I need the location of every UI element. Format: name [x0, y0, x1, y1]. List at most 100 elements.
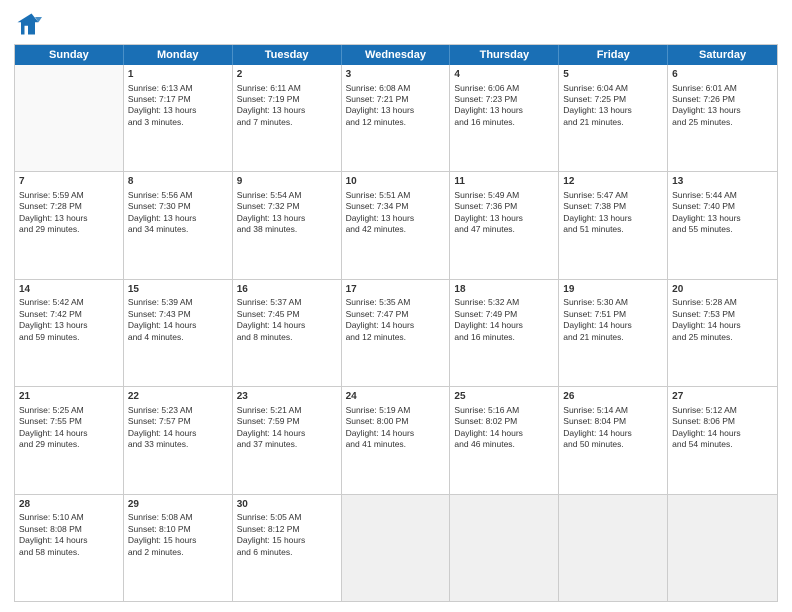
cell-line: Sunset: 7:26 PM — [672, 94, 773, 105]
cell-line: Sunset: 7:59 PM — [237, 416, 337, 427]
cell-line: Daylight: 14 hours — [672, 428, 773, 439]
day-number: 3 — [346, 68, 446, 82]
cell-line: Sunset: 7:17 PM — [128, 94, 228, 105]
cal-cell-r4-c5 — [559, 495, 668, 601]
calendar: SundayMondayTuesdayWednesdayThursdayFrid… — [14, 44, 778, 602]
cal-cell-r3-c0: 21Sunrise: 5:25 AMSunset: 7:55 PMDayligh… — [15, 387, 124, 493]
cal-cell-r1-c4: 11Sunrise: 5:49 AMSunset: 7:36 PMDayligh… — [450, 172, 559, 278]
day-number: 23 — [237, 390, 337, 404]
cell-line: Sunrise: 5:21 AM — [237, 405, 337, 416]
day-number: 11 — [454, 175, 554, 189]
cell-line: Daylight: 15 hours — [128, 535, 228, 546]
day-number: 10 — [346, 175, 446, 189]
cell-line: and 34 minutes. — [128, 224, 228, 235]
cell-line: Sunrise: 6:13 AM — [128, 83, 228, 94]
cell-line: Sunset: 8:06 PM — [672, 416, 773, 427]
cell-line: Sunset: 7:49 PM — [454, 309, 554, 320]
cell-line: Sunrise: 5:12 AM — [672, 405, 773, 416]
day-number: 19 — [563, 283, 663, 297]
cell-line: and 55 minutes. — [672, 224, 773, 235]
cell-line: Sunset: 8:00 PM — [346, 416, 446, 427]
day-number: 14 — [19, 283, 119, 297]
cell-line: and 42 minutes. — [346, 224, 446, 235]
cell-line: and 33 minutes. — [128, 439, 228, 450]
cal-cell-r0-c4: 4Sunrise: 6:06 AMSunset: 7:23 PMDaylight… — [450, 65, 559, 171]
cell-line: Sunset: 7:36 PM — [454, 201, 554, 212]
calendar-row-2: 14Sunrise: 5:42 AMSunset: 7:42 PMDayligh… — [15, 280, 777, 387]
cell-line: Sunset: 7:38 PM — [563, 201, 663, 212]
day-number: 7 — [19, 175, 119, 189]
cell-line: Daylight: 13 hours — [346, 105, 446, 116]
day-number: 8 — [128, 175, 228, 189]
cell-line: Sunset: 7:43 PM — [128, 309, 228, 320]
cell-line: Daylight: 14 hours — [563, 428, 663, 439]
cal-cell-r2-c1: 15Sunrise: 5:39 AMSunset: 7:43 PMDayligh… — [124, 280, 233, 386]
day-number: 21 — [19, 390, 119, 404]
cell-line: Daylight: 14 hours — [237, 428, 337, 439]
cal-cell-r1-c6: 13Sunrise: 5:44 AMSunset: 7:40 PMDayligh… — [668, 172, 777, 278]
cell-line: Daylight: 13 hours — [454, 213, 554, 224]
cell-line: and 6 minutes. — [237, 547, 337, 558]
cell-line: and 21 minutes. — [563, 117, 663, 128]
header-day-monday: Monday — [124, 45, 233, 65]
header-day-sunday: Sunday — [15, 45, 124, 65]
cell-line: and 2 minutes. — [128, 547, 228, 558]
calendar-row-1: 7Sunrise: 5:59 AMSunset: 7:28 PMDaylight… — [15, 172, 777, 279]
cell-line: and 41 minutes. — [346, 439, 446, 450]
cal-cell-r4-c4 — [450, 495, 559, 601]
cell-line: Sunset: 7:47 PM — [346, 309, 446, 320]
cell-line: Daylight: 14 hours — [128, 428, 228, 439]
cal-cell-r3-c1: 22Sunrise: 5:23 AMSunset: 7:57 PMDayligh… — [124, 387, 233, 493]
cell-line: Sunrise: 5:30 AM — [563, 297, 663, 308]
cell-line: Daylight: 13 hours — [237, 213, 337, 224]
cell-line: and 25 minutes. — [672, 332, 773, 343]
cell-line: and 8 minutes. — [237, 332, 337, 343]
cell-line: and 16 minutes. — [454, 332, 554, 343]
cell-line: Sunrise: 5:16 AM — [454, 405, 554, 416]
cell-line: and 59 minutes. — [19, 332, 119, 343]
cal-cell-r1-c0: 7Sunrise: 5:59 AMSunset: 7:28 PMDaylight… — [15, 172, 124, 278]
cell-line: Sunset: 7:57 PM — [128, 416, 228, 427]
cell-line: Daylight: 13 hours — [672, 213, 773, 224]
cell-line: Daylight: 14 hours — [454, 428, 554, 439]
cell-line: Daylight: 13 hours — [19, 213, 119, 224]
cell-line: Sunrise: 5:47 AM — [563, 190, 663, 201]
cell-line: Daylight: 14 hours — [346, 320, 446, 331]
cal-cell-r4-c2: 30Sunrise: 5:05 AMSunset: 8:12 PMDayligh… — [233, 495, 342, 601]
cell-line: Sunrise: 5:54 AM — [237, 190, 337, 201]
cell-line: and 46 minutes. — [454, 439, 554, 450]
cell-line: Sunset: 7:51 PM — [563, 309, 663, 320]
calendar-header: SundayMondayTuesdayWednesdayThursdayFrid… — [15, 45, 777, 65]
cal-cell-r2-c6: 20Sunrise: 5:28 AMSunset: 7:53 PMDayligh… — [668, 280, 777, 386]
cell-line: Sunrise: 5:08 AM — [128, 512, 228, 523]
cell-line: Sunset: 7:40 PM — [672, 201, 773, 212]
cell-line: Sunset: 7:25 PM — [563, 94, 663, 105]
cell-line: and 47 minutes. — [454, 224, 554, 235]
cell-line: Sunset: 7:53 PM — [672, 309, 773, 320]
cal-cell-r3-c5: 26Sunrise: 5:14 AMSunset: 8:04 PMDayligh… — [559, 387, 668, 493]
cell-line: Sunrise: 6:11 AM — [237, 83, 337, 94]
cell-line: Sunset: 8:10 PM — [128, 524, 228, 535]
header — [14, 10, 778, 38]
cal-cell-r0-c1: 1Sunrise: 6:13 AMSunset: 7:17 PMDaylight… — [124, 65, 233, 171]
day-number: 5 — [563, 68, 663, 82]
cell-line: Sunset: 7:19 PM — [237, 94, 337, 105]
cell-line: Sunset: 7:28 PM — [19, 201, 119, 212]
cal-cell-r4-c1: 29Sunrise: 5:08 AMSunset: 8:10 PMDayligh… — [124, 495, 233, 601]
logo-icon — [14, 10, 42, 38]
calendar-row-3: 21Sunrise: 5:25 AMSunset: 7:55 PMDayligh… — [15, 387, 777, 494]
cell-line: Sunrise: 5:05 AM — [237, 512, 337, 523]
cell-line: Daylight: 14 hours — [19, 535, 119, 546]
day-number: 16 — [237, 283, 337, 297]
header-day-thursday: Thursday — [450, 45, 559, 65]
cell-line: Sunrise: 5:37 AM — [237, 297, 337, 308]
logo — [14, 10, 46, 38]
header-day-tuesday: Tuesday — [233, 45, 342, 65]
cal-cell-r2-c5: 19Sunrise: 5:30 AMSunset: 7:51 PMDayligh… — [559, 280, 668, 386]
cell-line: Sunrise: 5:51 AM — [346, 190, 446, 201]
day-number: 1 — [128, 68, 228, 82]
cell-line: and 54 minutes. — [672, 439, 773, 450]
calendar-body: 1Sunrise: 6:13 AMSunset: 7:17 PM Daylight… — [15, 65, 777, 601]
cell-line: and 51 minutes. — [563, 224, 663, 235]
cell-line: Daylight: 13 hours — [563, 105, 663, 116]
